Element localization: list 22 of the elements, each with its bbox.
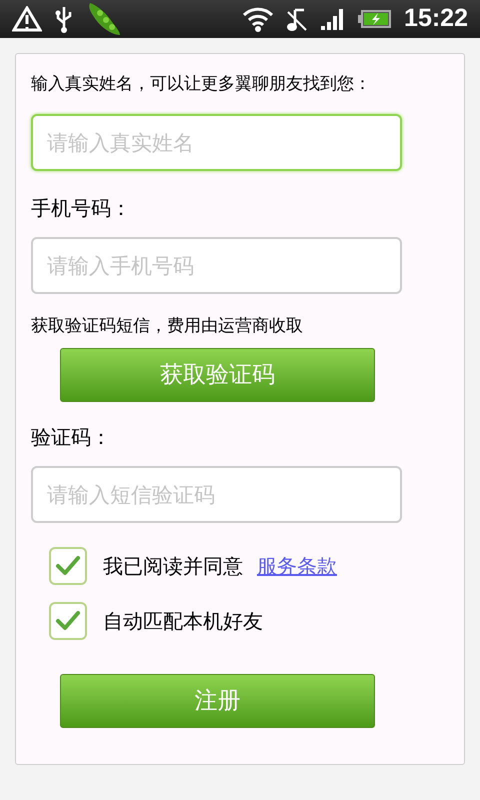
checkbox[interactable]: [49, 602, 87, 640]
check-icon: [55, 555, 81, 577]
checkbox-label: 自动匹配本机好友: [103, 608, 263, 635]
music-note-icon: [286, 6, 308, 32]
clock-time: 15:22: [404, 3, 468, 34]
phone-field[interactable]: 请输入手机号码: [31, 237, 402, 294]
sms-fee-note: 获取验证码短信，费用由运营商收取: [31, 315, 304, 338]
register-button[interactable]: 注册: [60, 674, 375, 728]
code-field[interactable]: 请输入短信验证码: [31, 466, 402, 523]
name-field[interactable]: 请输入真实姓名: [31, 114, 402, 171]
wifi-icon: [242, 6, 274, 32]
terms-link[interactable]: 服务条款: [257, 551, 337, 581]
usb-icon: [54, 5, 74, 33]
check-icon: [55, 610, 81, 632]
warning-icon: [12, 6, 42, 32]
checkbox-label: 我已阅读并同意: [103, 553, 243, 580]
intro-text: 输入真实姓名，可以让更多翼聊朋友找到您：: [31, 73, 372, 96]
checkbox[interactable]: [49, 547, 87, 585]
code-label: 验证码：: [31, 424, 112, 451]
phone-label: 手机号码：: [31, 195, 132, 222]
battery-charging-icon: [358, 9, 392, 29]
get-code-button[interactable]: 获取验证码: [60, 348, 375, 402]
